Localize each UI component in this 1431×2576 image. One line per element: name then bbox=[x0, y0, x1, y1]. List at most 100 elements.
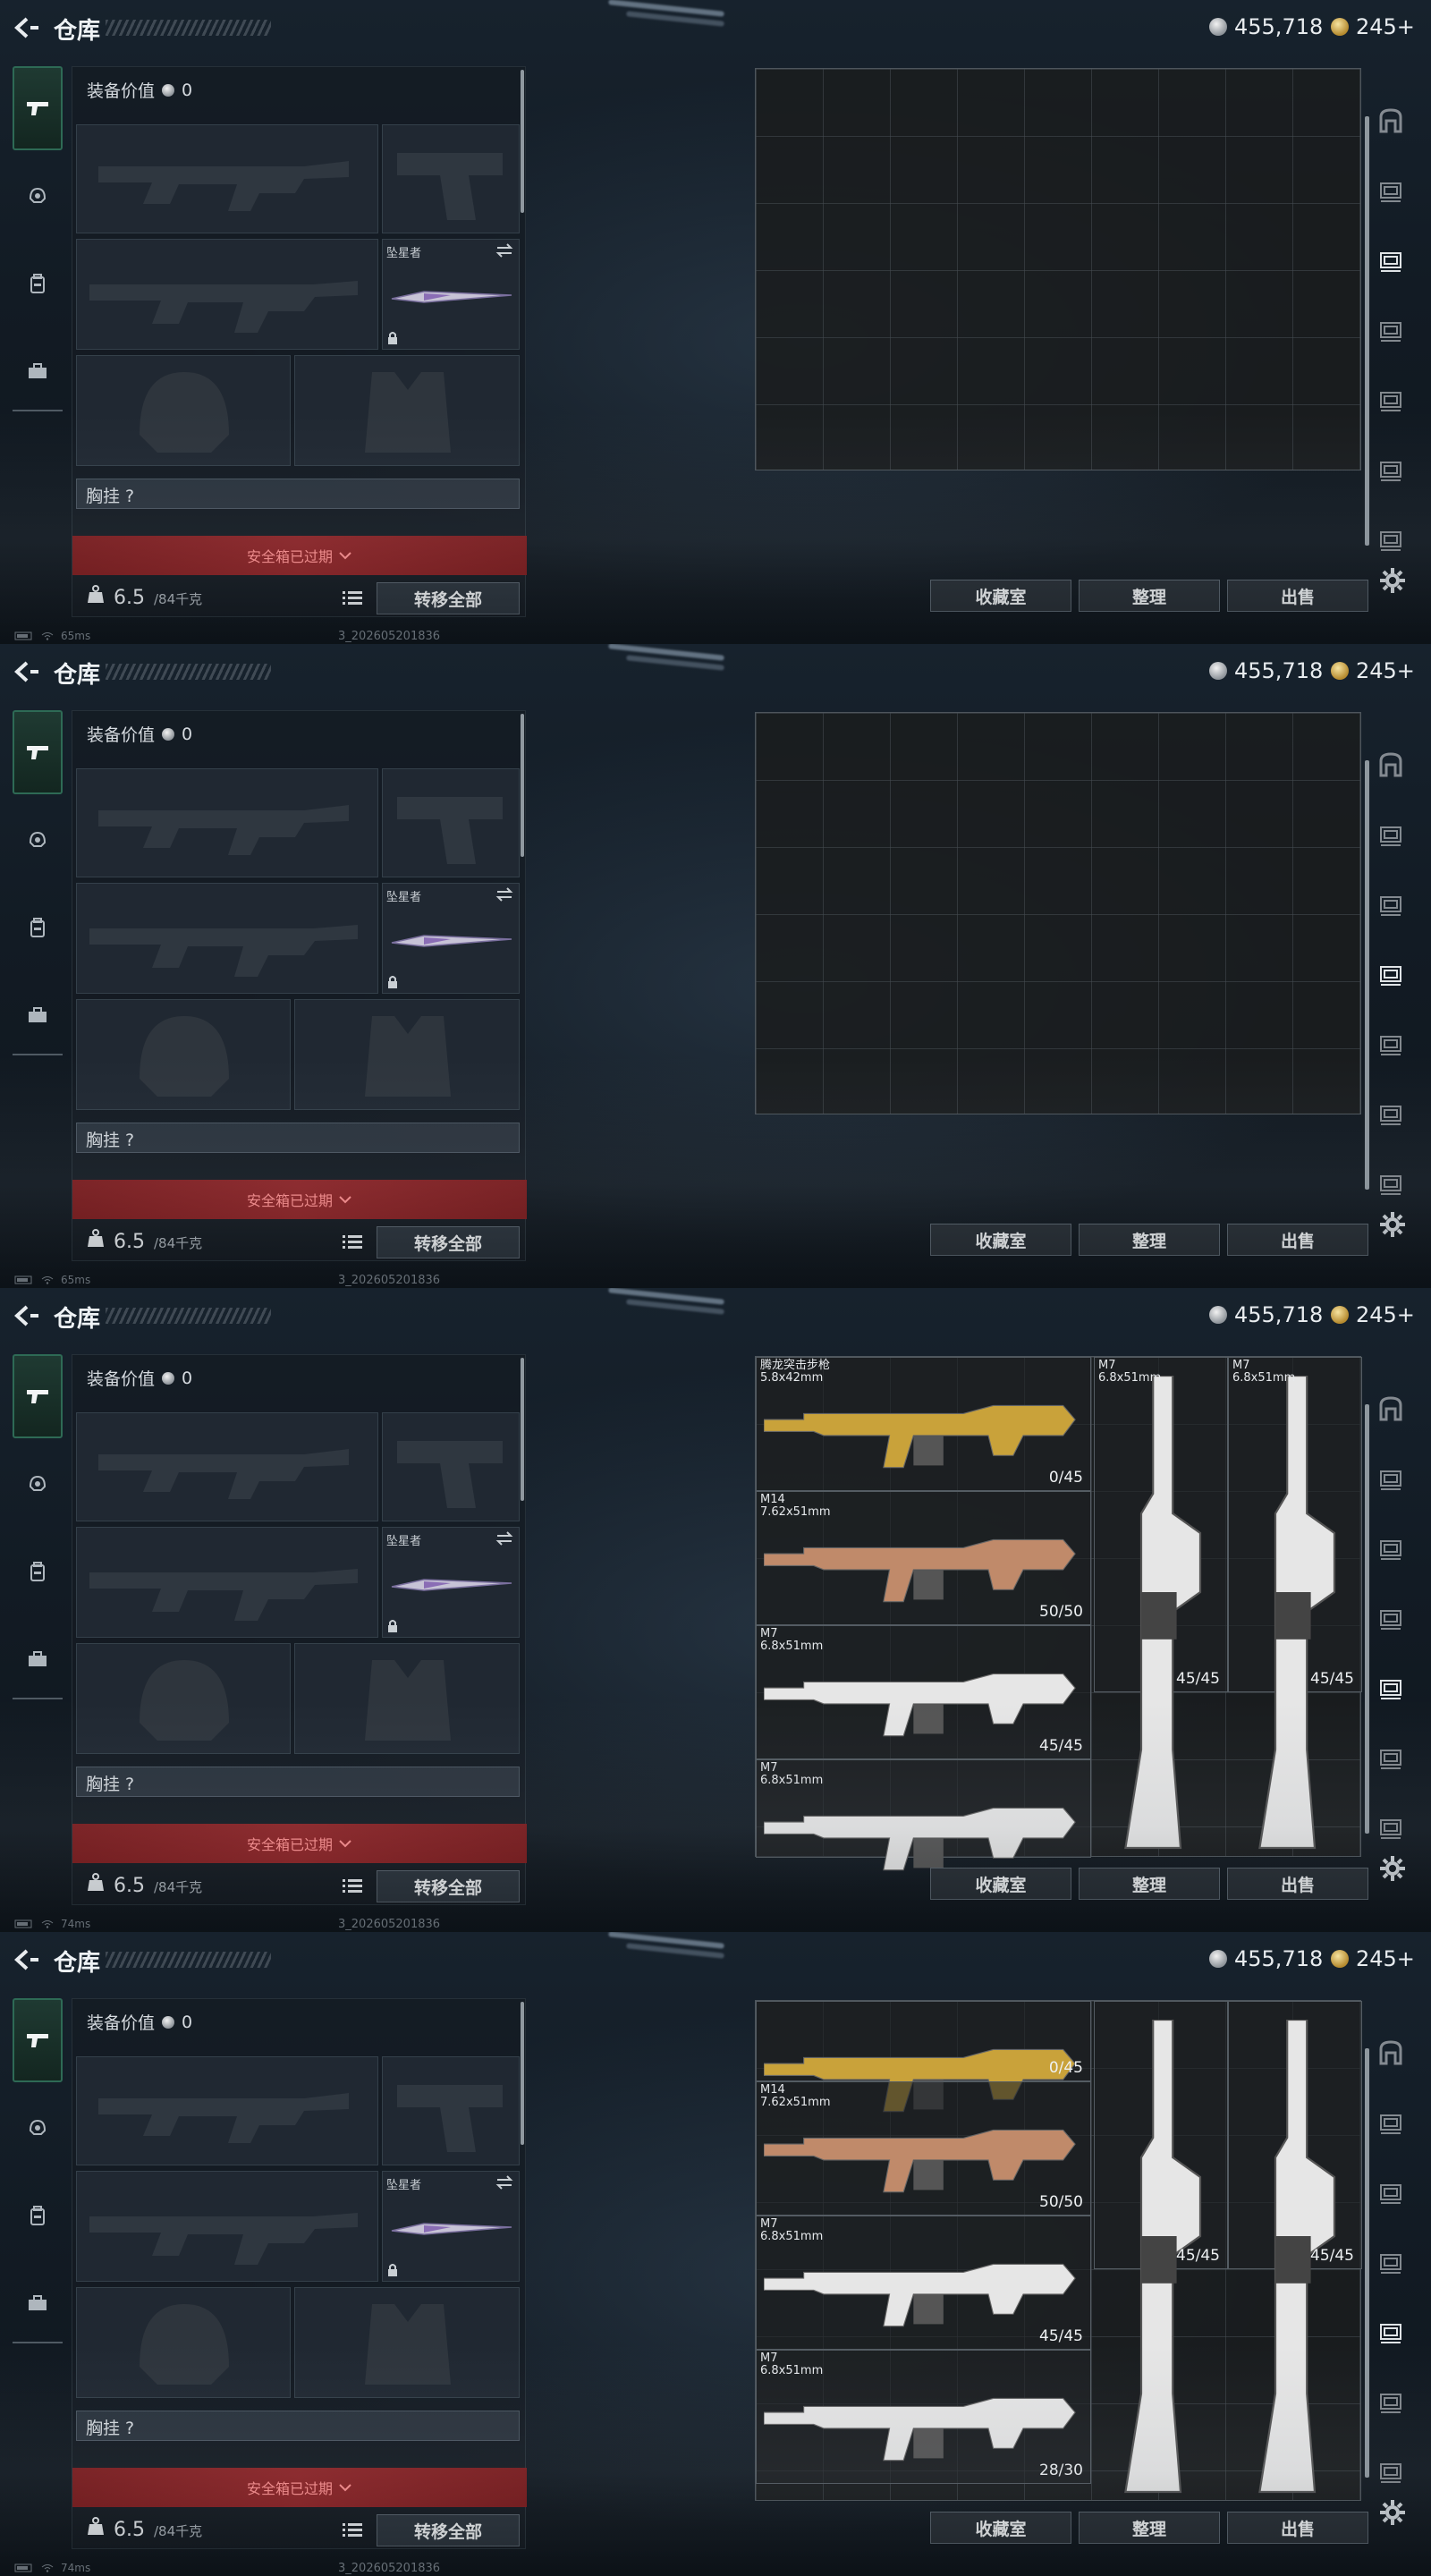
storage-page-tab[interactable] bbox=[1370, 869, 1411, 939]
transfer-all-button[interactable]: 转移全部 bbox=[377, 2514, 520, 2546]
weapon-item[interactable]: 0/45 bbox=[756, 2001, 1091, 2113]
melee-slot[interactable]: 坠星者 bbox=[382, 2171, 520, 2282]
melee-slot[interactable]: 坠星者 bbox=[382, 883, 520, 994]
storage-page-tab[interactable] bbox=[1370, 939, 1411, 1009]
storage-scrollbar[interactable] bbox=[1365, 116, 1369, 546]
storage-page-tab[interactable] bbox=[1370, 86, 1411, 156]
weapon-item[interactable]: M7 6.8x51mm bbox=[756, 1759, 1091, 1871]
collection-room-button[interactable]: 收藏室 bbox=[930, 1868, 1071, 1900]
weapon-item[interactable]: M14 7.62x51mm 50/50 bbox=[756, 1491, 1091, 1625]
equipment-scrollbar[interactable] bbox=[521, 714, 524, 857]
weapon-item[interactable]: 腾龙突击步枪 5.8x42mm 0/45 bbox=[756, 1357, 1091, 1491]
gear-icon[interactable] bbox=[1379, 1211, 1406, 1238]
collection-room-button[interactable]: 收藏室 bbox=[930, 580, 1071, 612]
armor-slot[interactable] bbox=[294, 355, 520, 466]
tab-backpack[interactable] bbox=[13, 1530, 63, 1614]
storage-page-tab[interactable] bbox=[1370, 2367, 1411, 2436]
equipment-scrollbar[interactable] bbox=[521, 70, 524, 213]
tab-case[interactable] bbox=[13, 329, 63, 413]
sidearm-slot[interactable] bbox=[382, 2056, 520, 2165]
melee-slot[interactable]: 坠星者 bbox=[382, 1527, 520, 1638]
weapon-item[interactable]: M7 6.8x51mm 45/45 bbox=[1228, 1357, 1362, 1850]
swap-icon[interactable] bbox=[495, 2175, 513, 2190]
storage-scrollbar[interactable] bbox=[1365, 760, 1369, 1190]
tab-case[interactable] bbox=[13, 2261, 63, 2345]
storage-page-tab[interactable] bbox=[1370, 1792, 1411, 1862]
tab-weapons[interactable] bbox=[13, 66, 63, 150]
gear-icon[interactable] bbox=[1379, 2499, 1406, 2526]
storage-page-tab[interactable] bbox=[1370, 1009, 1411, 1079]
armor-slot[interactable] bbox=[294, 2287, 520, 2398]
weapon-item[interactable]: M7 6.8x51mm 45/45 bbox=[756, 2216, 1091, 2350]
gold-currency[interactable]: 245+ bbox=[1331, 1946, 1415, 1971]
tab-weapons[interactable] bbox=[13, 1354, 63, 1438]
tab-backpack[interactable] bbox=[13, 242, 63, 326]
storage-scrollbar[interactable] bbox=[1365, 1404, 1369, 1834]
storage-grid[interactable]: 0/45 M14 7.62x51mm 50/50 M7 6.8x51mm 45/45 M7 6.… bbox=[755, 2000, 1362, 2501]
gold-currency[interactable]: 245+ bbox=[1331, 1302, 1415, 1327]
weapon-item[interactable]: 45/45 bbox=[1228, 2001, 1362, 2494]
safe-box-expired-banner[interactable]: 安全箱已过期 bbox=[72, 2468, 527, 2507]
gear-icon[interactable] bbox=[1379, 1855, 1406, 1882]
armor-slot[interactable] bbox=[294, 999, 520, 1110]
sell-button[interactable]: 出售 bbox=[1227, 1868, 1368, 1900]
sell-button[interactable]: 出售 bbox=[1227, 2512, 1368, 2544]
secondary-weapon-slot[interactable] bbox=[76, 239, 378, 350]
tab-weapons[interactable] bbox=[13, 710, 63, 794]
organize-button[interactable]: 整理 bbox=[1079, 2512, 1220, 2544]
transfer-all-button[interactable]: 转移全部 bbox=[377, 582, 520, 614]
chest-rig-slot[interactable]: 胸挂 ? bbox=[76, 1767, 520, 1797]
chest-rig-slot[interactable]: 胸挂 ? bbox=[76, 479, 520, 509]
tab-armor[interactable] bbox=[13, 798, 63, 882]
swap-icon[interactable] bbox=[495, 1531, 513, 1546]
storage-page-tab[interactable] bbox=[1370, 1513, 1411, 1583]
primary-weapon-slot[interactable] bbox=[76, 1412, 378, 1521]
equipment-scrollbar[interactable] bbox=[521, 1358, 524, 1501]
storage-page-tab[interactable] bbox=[1370, 1079, 1411, 1148]
storage-page-tab[interactable] bbox=[1370, 2018, 1411, 2088]
tab-weapons[interactable] bbox=[13, 1998, 63, 2082]
sidearm-slot[interactable] bbox=[382, 124, 520, 233]
secondary-weapon-slot[interactable] bbox=[76, 1527, 378, 1638]
storage-grid[interactable] bbox=[755, 68, 1361, 470]
storage-page-tab[interactable] bbox=[1370, 435, 1411, 504]
gear-icon[interactable] bbox=[1379, 567, 1406, 594]
storage-page-tab[interactable] bbox=[1370, 1148, 1411, 1218]
helmet-slot[interactable] bbox=[76, 355, 291, 466]
tab-backpack[interactable] bbox=[13, 886, 63, 970]
weapon-item[interactable]: 45/45 bbox=[1094, 2001, 1228, 2494]
tab-case[interactable] bbox=[13, 973, 63, 1057]
chest-rig-slot[interactable]: 胸挂 ? bbox=[76, 1123, 520, 1153]
collection-room-button[interactable]: 收藏室 bbox=[930, 1224, 1071, 1256]
storage-page-tab[interactable] bbox=[1370, 730, 1411, 800]
list-icon[interactable] bbox=[343, 589, 362, 607]
storage-page-tab[interactable] bbox=[1370, 2088, 1411, 2157]
safe-box-expired-banner[interactable]: 安全箱已过期 bbox=[72, 536, 527, 575]
helmet-slot[interactable] bbox=[76, 999, 291, 1110]
weapon-item[interactable]: M7 6.8x51mm 45/45 bbox=[756, 1625, 1091, 1759]
storage-page-tab[interactable] bbox=[1370, 1653, 1411, 1723]
storage-page-tab[interactable] bbox=[1370, 2436, 1411, 2506]
sidearm-slot[interactable] bbox=[382, 768, 520, 877]
safe-box-expired-banner[interactable]: 安全箱已过期 bbox=[72, 1180, 527, 1219]
storage-page-tab[interactable] bbox=[1370, 1583, 1411, 1653]
transfer-all-button[interactable]: 转移全部 bbox=[377, 1870, 520, 1902]
helmet-slot[interactable] bbox=[76, 2287, 291, 2398]
back-arrow-icon[interactable] bbox=[13, 1948, 39, 1971]
list-icon[interactable] bbox=[343, 2521, 362, 2539]
weapon-item[interactable]: M14 7.62x51mm 50/50 bbox=[756, 2081, 1091, 2216]
storage-page-tab[interactable] bbox=[1370, 1444, 1411, 1513]
tab-armor[interactable] bbox=[13, 1442, 63, 1526]
storage-page-tab[interactable] bbox=[1370, 295, 1411, 365]
storage-page-tab[interactable] bbox=[1370, 1723, 1411, 1792]
back-arrow-icon[interactable] bbox=[13, 660, 39, 683]
list-icon[interactable] bbox=[343, 1877, 362, 1895]
armor-slot[interactable] bbox=[294, 1643, 520, 1754]
sell-button[interactable]: 出售 bbox=[1227, 1224, 1368, 1256]
storage-page-tab[interactable] bbox=[1370, 2227, 1411, 2297]
transfer-all-button[interactable]: 转移全部 bbox=[377, 1226, 520, 1258]
primary-weapon-slot[interactable] bbox=[76, 2056, 378, 2165]
storage-page-tab[interactable] bbox=[1370, 504, 1411, 574]
storage-page-tab[interactable] bbox=[1370, 156, 1411, 225]
organize-button[interactable]: 整理 bbox=[1079, 1868, 1220, 1900]
